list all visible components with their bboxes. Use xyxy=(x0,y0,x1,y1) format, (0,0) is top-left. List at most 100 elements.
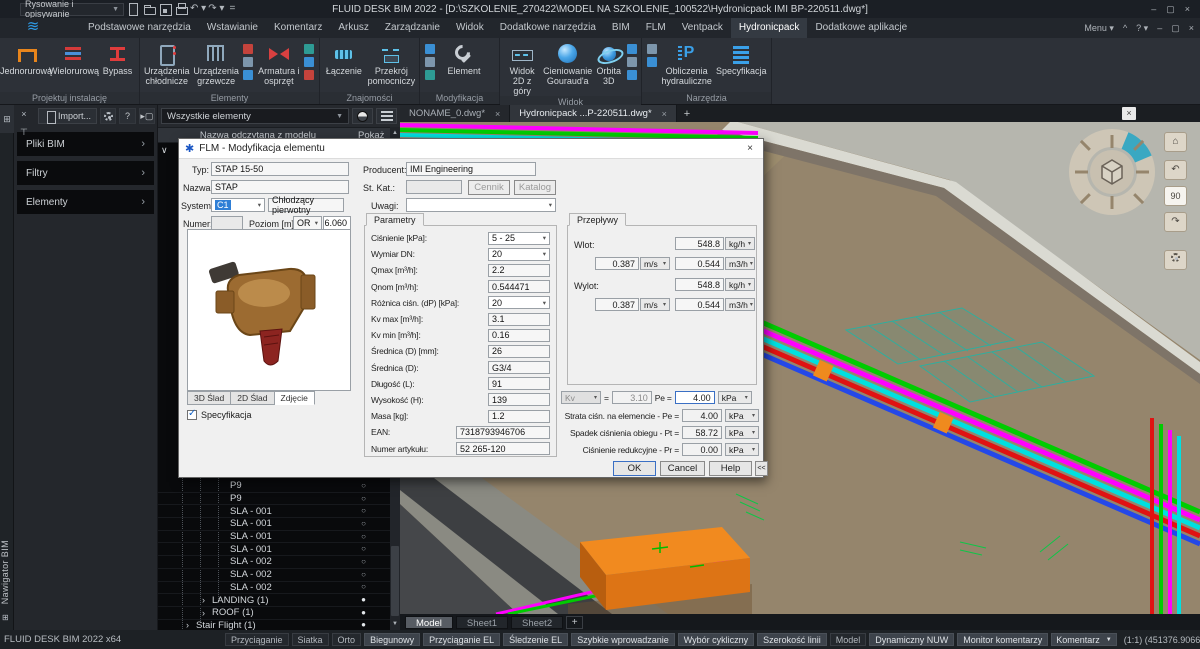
kv-select[interactable]: Kv xyxy=(561,391,601,404)
parameter-value[interactable]: 5 - 25 xyxy=(488,232,550,245)
mini-tool-icon[interactable] xyxy=(647,44,657,54)
status-toggle[interactable]: Biegunowy xyxy=(364,633,420,646)
ribbon-tab[interactable]: FLM xyxy=(638,18,674,38)
wylot-volume-unit[interactable]: m3/h xyxy=(725,298,755,311)
visibility-dot[interactable]: ○ xyxy=(361,531,366,543)
ok-button[interactable]: OK xyxy=(613,461,656,476)
doc-minimize-icon[interactable]: – xyxy=(1157,23,1162,33)
mini-tool-icon[interactable] xyxy=(425,44,435,54)
restore-icon[interactable]: ▢ xyxy=(1166,4,1175,15)
undo-icon[interactable]: ↶ ▾ xyxy=(190,2,206,16)
rotation-angle-value[interactable]: 90 xyxy=(1164,186,1187,206)
status-toggle[interactable]: Monitor komentarzy xyxy=(957,633,1048,646)
tab-zdjecie[interactable]: Zdjęcie xyxy=(275,391,315,405)
sidebar-item-pliki-bim[interactable]: Pliki BIM› xyxy=(17,132,154,156)
cancel-button[interactable]: Cancel xyxy=(660,461,705,476)
element-filter-select[interactable]: Wszystkie elementy▼ xyxy=(161,108,349,124)
tree-row[interactable]: › Stair Flight (1) ● xyxy=(158,620,390,630)
parameter-value[interactable]: 2.2 xyxy=(488,264,550,277)
status-toggle[interactable]: Dynamiczny NUW xyxy=(869,633,954,646)
tab-close-icon[interactable]: × xyxy=(495,109,500,119)
sidebar-item-elementy[interactable]: Elementy› xyxy=(17,190,154,214)
visibility-dot[interactable]: ○ xyxy=(361,581,366,593)
tree-row[interactable]: › SLA - 001 ○ xyxy=(158,531,390,544)
dialog-titlebar[interactable]: ✱ FLM - Modyfikacja elementu × xyxy=(179,139,763,159)
help-icon[interactable]: ? ▾ xyxy=(1136,23,1148,34)
mini-cube-icon[interactable] xyxy=(627,70,637,80)
tab-close-icon[interactable]: × xyxy=(662,109,667,119)
scrollbar-thumb[interactable] xyxy=(391,546,399,616)
status-toggle[interactable]: Szerokość linii xyxy=(757,633,827,646)
ribbon-tab[interactable]: Zarządzanie xyxy=(377,18,448,38)
parameter-value[interactable]: 91 xyxy=(488,377,550,390)
home-view-button[interactable]: ⌂ xyxy=(1164,132,1187,152)
parameter-value[interactable]: G3/4 xyxy=(488,361,550,374)
mini-tool-icon[interactable] xyxy=(425,70,435,80)
ribbon-tab[interactable]: Widok xyxy=(448,18,492,38)
visibility-dot[interactable]: ● xyxy=(361,594,366,606)
visibility-dot[interactable]: ● xyxy=(361,619,366,630)
mini-tool-icon[interactable] xyxy=(243,57,253,67)
visibility-dot[interactable]: ○ xyxy=(361,556,366,568)
visibility-dot[interactable]: ● xyxy=(361,607,366,619)
tree-row[interactable]: › SLA - 002 ○ xyxy=(158,556,390,569)
tree-row[interactable]: › LANDING (1) ● xyxy=(158,594,390,607)
numer-field[interactable] xyxy=(211,216,243,230)
ribbon-tab[interactable]: Wstawianie xyxy=(199,18,266,38)
tree-row[interactable]: › SLA - 001 ○ xyxy=(158,543,390,556)
parameter-value[interactable]: 26 xyxy=(488,345,550,358)
specification-button[interactable]: Specyfikacja xyxy=(714,41,768,76)
workspace-selector[interactable]: Rysowanie i opisywanie ▼ xyxy=(20,3,124,16)
mini-cube-icon[interactable] xyxy=(627,44,637,54)
wlot-mass-unit[interactable]: kg/h xyxy=(725,237,755,250)
app-logo-icon[interactable]: ≋ xyxy=(18,18,48,38)
parametry-tab[interactable]: Parametry xyxy=(366,213,424,226)
dialog-close-icon[interactable]: × xyxy=(743,143,757,154)
result-unit-select[interactable]: kPa xyxy=(725,409,759,422)
checkbox-checked-icon[interactable] xyxy=(187,410,197,420)
close-icon[interactable]: × xyxy=(1185,4,1190,15)
status-toggle[interactable]: Model xyxy=(830,633,867,646)
poziom-field[interactable]: 6.060 xyxy=(323,216,351,230)
tree-row[interactable]: › ROOF (1) ● xyxy=(158,607,390,620)
import-button[interactable]: Import... xyxy=(38,108,97,124)
parameter-value[interactable]: 20 xyxy=(488,296,550,309)
new-tab-button[interactable]: + xyxy=(677,108,697,120)
viewport-close-button[interactable]: × xyxy=(1122,107,1136,120)
ribbon-tab[interactable]: Ventpack xyxy=(674,18,731,38)
status-toggle[interactable]: Przyciąganie EL xyxy=(423,633,500,646)
fittings-button[interactable]: Armatura i osprzęt xyxy=(257,41,301,86)
document-tab[interactable]: NONAME_0.dwg*× xyxy=(400,105,510,122)
layout-tab-sheet1[interactable]: Sheet1 xyxy=(456,616,508,629)
cooling-devices-button[interactable]: Urządzenia chłodnicze xyxy=(143,41,190,86)
list-view-button[interactable] xyxy=(376,108,397,124)
visibility-dot[interactable]: ○ xyxy=(361,505,366,517)
orbit-3d-button[interactable]: Orbita 3D xyxy=(594,41,623,86)
parameter-value[interactable]: 139 xyxy=(488,393,550,406)
layout-tab-sheet2[interactable]: Sheet2 xyxy=(511,616,563,629)
wheel-settings-button[interactable] xyxy=(1164,250,1187,270)
typ-field[interactable]: STAP 15-50 xyxy=(211,162,349,176)
wlot-volume-unit[interactable]: m3/h xyxy=(725,257,755,270)
result-unit-select[interactable]: kPa xyxy=(725,426,759,439)
visibility-toggle-button[interactable] xyxy=(352,108,373,124)
ribbon-tab[interactable]: Komentarz xyxy=(266,18,330,38)
status-toggle[interactable]: Przyciąganie xyxy=(225,633,289,646)
tree-row[interactable]: › P9 ○ xyxy=(158,493,390,506)
expander-icon[interactable]: ∨ xyxy=(161,145,168,156)
ribbon-tab[interactable]: Hydronicpack xyxy=(731,18,808,38)
visibility-dot[interactable]: ○ xyxy=(361,518,366,530)
save-icon[interactable] xyxy=(158,2,172,16)
poziom-ref-select[interactable]: OR▾ xyxy=(293,216,322,230)
ribbon-tab[interactable]: BIM xyxy=(604,18,638,38)
tab-3d-slad[interactable]: 3D Ślad xyxy=(187,391,231,405)
single-pipe-button[interactable]: Jednorurową xyxy=(3,41,49,76)
new-layout-button[interactable]: + xyxy=(566,616,583,629)
bypass-button[interactable]: Bypass xyxy=(99,41,136,76)
doc-restore-icon[interactable]: ▢ xyxy=(1171,23,1180,34)
stkat-field[interactable] xyxy=(406,180,462,194)
visibility-dot[interactable]: ○ xyxy=(361,543,366,555)
status-toggle[interactable]: Wybór cykliczny xyxy=(678,633,754,646)
parameter-value[interactable]: 0.16 xyxy=(488,329,550,342)
status-toggle[interactable]: Szybkie wprowadzanie xyxy=(571,633,675,646)
